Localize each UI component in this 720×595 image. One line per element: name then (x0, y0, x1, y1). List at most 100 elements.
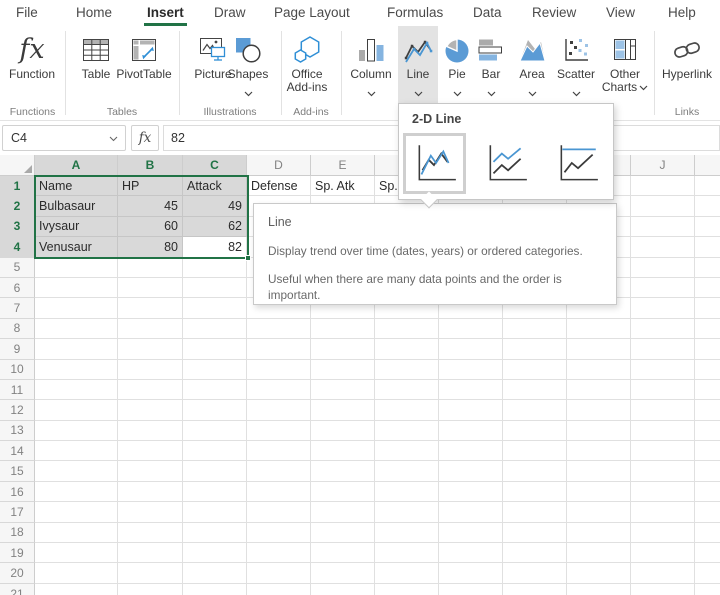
cell-F10[interactable] (375, 360, 439, 380)
cell-J19[interactable] (631, 543, 695, 563)
tab-page-layout[interactable]: Page Layout (274, 0, 350, 26)
cell-J4[interactable] (631, 237, 695, 257)
cell-A4[interactable]: Venusaur (35, 237, 118, 257)
cell-A19[interactable] (35, 543, 118, 563)
cell-H20[interactable] (503, 563, 567, 583)
cell-D11[interactable] (247, 380, 311, 400)
cell-E16[interactable] (311, 482, 375, 502)
column-chart-button[interactable]: Column (348, 26, 394, 120)
cell-C18[interactable] (183, 523, 247, 543)
cell-B3[interactable]: 60 (118, 217, 183, 237)
row-header-15[interactable]: 15 (0, 461, 35, 481)
cell-E21[interactable] (311, 584, 375, 595)
cell-G10[interactable] (439, 360, 503, 380)
tab-view[interactable]: View (606, 0, 635, 26)
cell-D18[interactable] (247, 523, 311, 543)
cell-B17[interactable] (118, 502, 183, 522)
cell-C14[interactable] (183, 441, 247, 461)
cell-B15[interactable] (118, 461, 183, 481)
cell-J17[interactable] (631, 502, 695, 522)
cell-H13[interactable] (503, 421, 567, 441)
cell-E17[interactable] (311, 502, 375, 522)
cell-I13[interactable] (567, 421, 631, 441)
cell-E15[interactable] (311, 461, 375, 481)
cell-G8[interactable] (439, 319, 503, 339)
cell-F19[interactable] (375, 543, 439, 563)
cell-G21[interactable] (439, 584, 503, 595)
cell-A13[interactable] (35, 421, 118, 441)
cell-B11[interactable] (118, 380, 183, 400)
cell-J21[interactable] (631, 584, 695, 595)
cell-A17[interactable] (35, 502, 118, 522)
cell[interactable] (695, 258, 720, 278)
row-header-17[interactable]: 17 (0, 502, 35, 522)
cell-I19[interactable] (567, 543, 631, 563)
cell-F12[interactable] (375, 400, 439, 420)
cell-B7[interactable] (118, 298, 183, 318)
cell[interactable] (695, 502, 720, 522)
cell-C3[interactable]: 62 (183, 217, 247, 237)
cell-F13[interactable] (375, 421, 439, 441)
column-header-J[interactable]: J (631, 155, 695, 176)
cell-B21[interactable] (118, 584, 183, 595)
cell-C20[interactable] (183, 563, 247, 583)
cell-B19[interactable] (118, 543, 183, 563)
cell-I12[interactable] (567, 400, 631, 420)
100-percent-stacked-line-chart-option[interactable] (545, 133, 608, 194)
cell-C13[interactable] (183, 421, 247, 441)
row-header-8[interactable]: 8 (0, 319, 35, 339)
cell-I10[interactable] (567, 360, 631, 380)
cell-D20[interactable] (247, 563, 311, 583)
cell[interactable] (695, 298, 720, 318)
cell-B6[interactable] (118, 278, 183, 298)
cell-G11[interactable] (439, 380, 503, 400)
row-header-21[interactable]: 21 (0, 584, 35, 595)
row-header-16[interactable]: 16 (0, 482, 35, 502)
cell-A18[interactable] (35, 523, 118, 543)
cell-C1[interactable]: Attack (183, 176, 247, 196)
cell-E10[interactable] (311, 360, 375, 380)
cell-C12[interactable] (183, 400, 247, 420)
cell-D15[interactable] (247, 461, 311, 481)
cell-A2[interactable]: Bulbasaur (35, 196, 118, 216)
cell-I8[interactable] (567, 319, 631, 339)
row-header-12[interactable]: 12 (0, 400, 35, 420)
tab-formulas[interactable]: Formulas (387, 0, 443, 26)
tab-file[interactable]: File (16, 0, 38, 26)
row-header-11[interactable]: 11 (0, 380, 35, 400)
cell-C7[interactable] (183, 298, 247, 318)
cell-I15[interactable] (567, 461, 631, 481)
cell-I11[interactable] (567, 380, 631, 400)
cell-G15[interactable] (439, 461, 503, 481)
cell-H17[interactable] (503, 502, 567, 522)
cell-A14[interactable] (35, 441, 118, 461)
cell-J5[interactable] (631, 258, 695, 278)
cell-H18[interactable] (503, 523, 567, 543)
cell-A20[interactable] (35, 563, 118, 583)
cell-J10[interactable] (631, 360, 695, 380)
cell-F8[interactable] (375, 319, 439, 339)
cell[interactable] (695, 196, 720, 216)
cell-F9[interactable] (375, 339, 439, 359)
cell-B2[interactable]: 45 (118, 196, 183, 216)
cell-H14[interactable] (503, 441, 567, 461)
cell-A11[interactable] (35, 380, 118, 400)
cell-H19[interactable] (503, 543, 567, 563)
cell-A3[interactable]: Ivysaur (35, 217, 118, 237)
row-header-19[interactable]: 19 (0, 543, 35, 563)
cell-B18[interactable] (118, 523, 183, 543)
cell-E19[interactable] (311, 543, 375, 563)
cell-A16[interactable] (35, 482, 118, 502)
column-header-C[interactable]: C (183, 155, 247, 176)
row-header-4[interactable]: 4 (0, 237, 35, 257)
cell-J13[interactable] (631, 421, 695, 441)
cell-G18[interactable] (439, 523, 503, 543)
cell-H15[interactable] (503, 461, 567, 481)
cell-I18[interactable] (567, 523, 631, 543)
cell-D14[interactable] (247, 441, 311, 461)
cell-F16[interactable] (375, 482, 439, 502)
row-header-3[interactable]: 3 (0, 217, 35, 237)
cell-H10[interactable] (503, 360, 567, 380)
row-header-7[interactable]: 7 (0, 298, 35, 318)
cell-E11[interactable] (311, 380, 375, 400)
